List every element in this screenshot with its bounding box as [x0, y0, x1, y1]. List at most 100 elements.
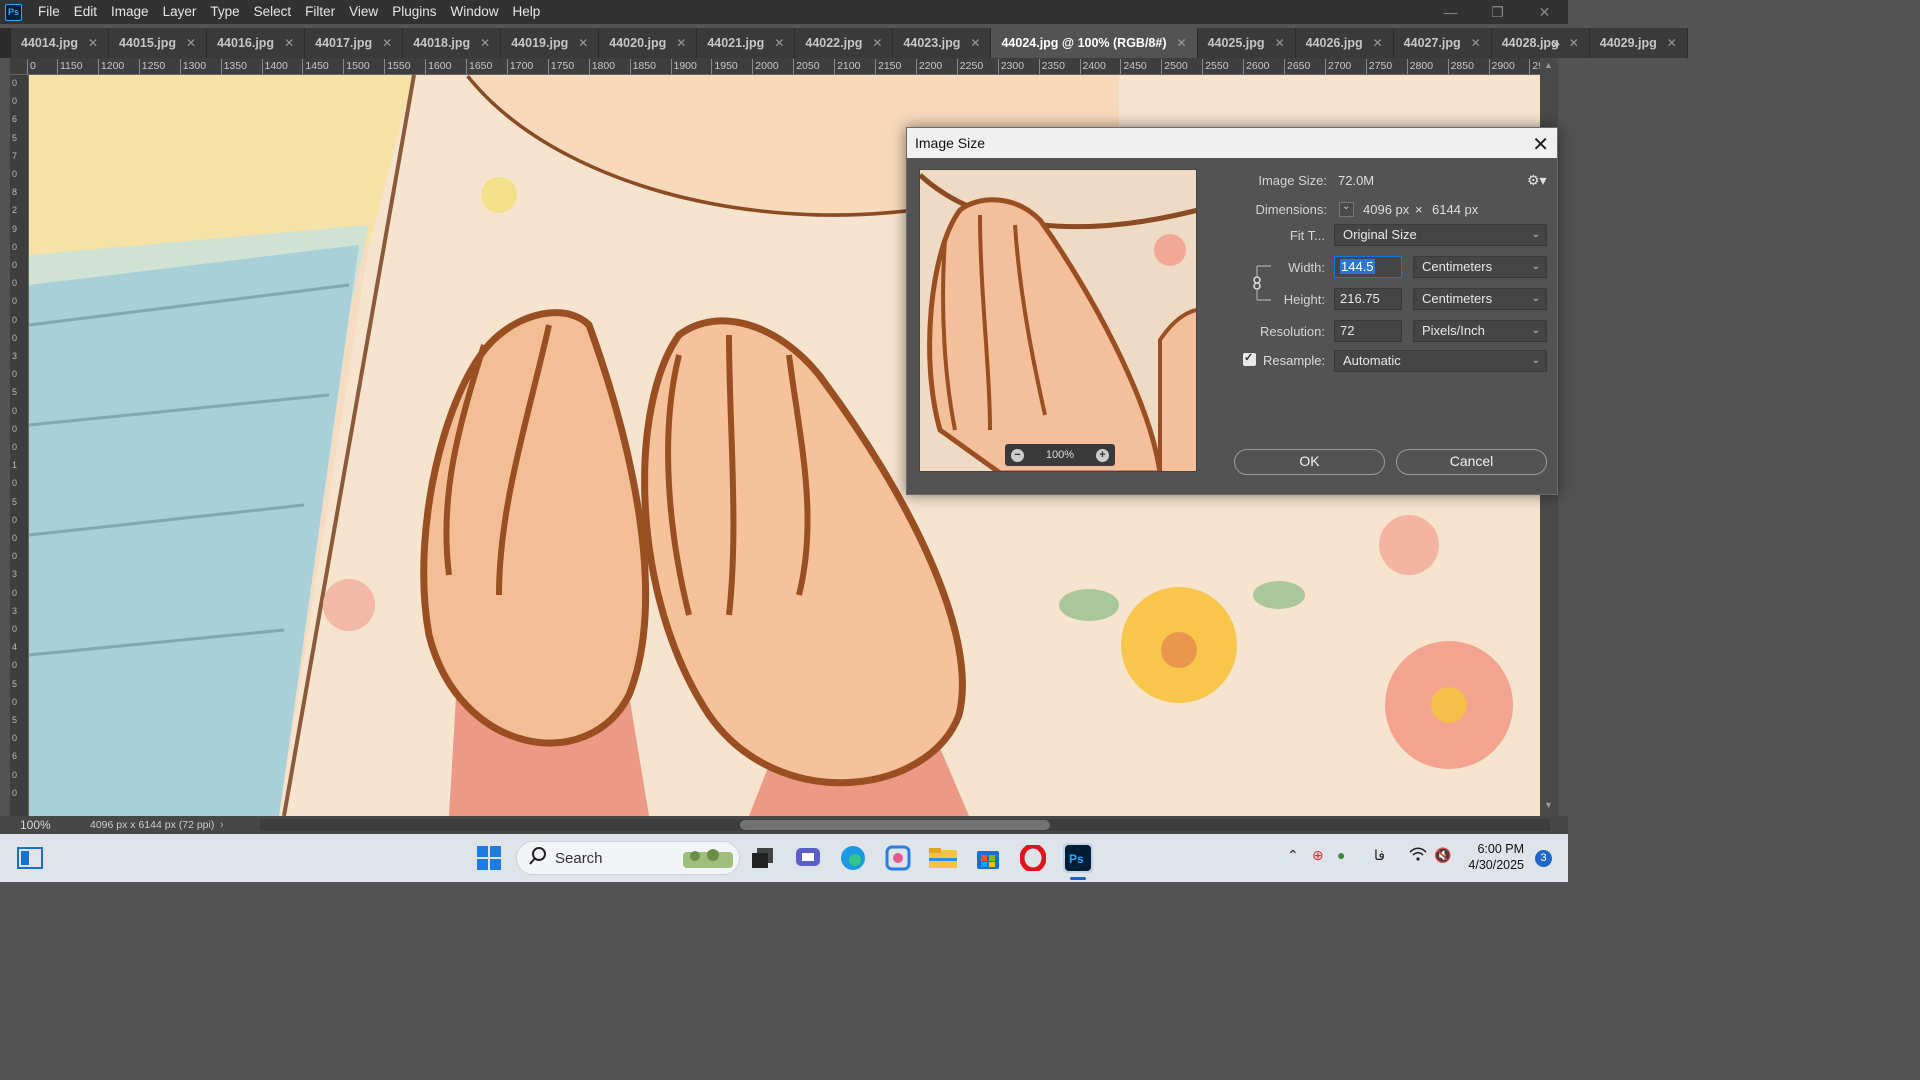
- scroll-up-icon[interactable]: ▲: [1544, 60, 1553, 70]
- document-tab[interactable]: 44027.jpg ✕: [1393, 28, 1492, 58]
- tab-close-icon[interactable]: ✕: [1177, 36, 1187, 50]
- copilot-icon[interactable]: [883, 843, 913, 873]
- tab-close-icon[interactable]: ✕: [1373, 36, 1383, 50]
- cancel-button[interactable]: Cancel: [1396, 449, 1547, 475]
- tab-close-icon[interactable]: ✕: [480, 36, 490, 50]
- width-unit-select[interactable]: Centimeters ⌄: [1413, 256, 1547, 278]
- document-tab[interactable]: 44022.jpg ✕: [795, 28, 894, 58]
- menu-image[interactable]: Image: [104, 0, 156, 24]
- tray-overflow-chevron-icon[interactable]: ⌃: [1287, 847, 1299, 864]
- horizontal-scroll-thumb[interactable]: [740, 820, 1050, 830]
- ruler-tick: [302, 59, 304, 74]
- volume-muted-icon[interactable]: 🔇: [1434, 847, 1451, 864]
- restore-icon[interactable]: ❐: [1474, 0, 1521, 24]
- zoom-out-icon[interactable]: −: [1011, 448, 1024, 462]
- tab-label: 44024.jpg @ 100% (RGB/8#): [1001, 36, 1167, 50]
- file-explorer-icon[interactable]: [928, 843, 958, 873]
- taskbar-search-box[interactable]: Search: [516, 841, 740, 875]
- tab-close-icon[interactable]: ✕: [284, 36, 294, 50]
- tab-close-icon[interactable]: ✕: [186, 36, 196, 50]
- tab-overflow-icon[interactable]: »: [1552, 28, 1560, 58]
- document-tab[interactable]: 44024.jpg @ 100% (RGB/8#) ✕: [991, 28, 1198, 58]
- resolution-unit-select[interactable]: Pixels/Inch ⌄: [1413, 320, 1547, 342]
- clock-date: 4/30/2025: [1468, 858, 1524, 872]
- menu-window[interactable]: Window: [443, 0, 505, 24]
- menu-help[interactable]: Help: [505, 0, 547, 24]
- opera-browser-icon[interactable]: [1018, 843, 1048, 873]
- microsoft-store-icon[interactable]: [973, 843, 1003, 873]
- document-tab[interactable]: 44019.jpg ✕: [501, 28, 600, 58]
- document-tab[interactable]: 44021.jpg ✕: [697, 28, 796, 58]
- menu-select[interactable]: Select: [247, 0, 299, 24]
- tab-close-icon[interactable]: ✕: [1471, 36, 1481, 50]
- widgets-icon[interactable]: [15, 843, 45, 873]
- tab-close-icon[interactable]: ✕: [872, 36, 882, 50]
- tab-close-icon[interactable]: ✕: [382, 36, 392, 50]
- document-tab[interactable]: 44023.jpg ✕: [893, 28, 992, 58]
- menu-plugins[interactable]: Plugins: [385, 0, 443, 24]
- tab-close-icon[interactable]: ✕: [1667, 36, 1677, 50]
- fit-to-select[interactable]: Original Size ⌄: [1334, 224, 1547, 246]
- minimize-icon[interactable]: —: [1427, 0, 1474, 24]
- menu-type[interactable]: Type: [203, 0, 246, 24]
- menu-layer[interactable]: Layer: [156, 0, 204, 24]
- tab-close-icon[interactable]: ✕: [676, 36, 686, 50]
- edge-browser-icon[interactable]: [838, 843, 868, 873]
- chevron-down-icon: ⌄: [1531, 229, 1540, 240]
- tab-close-icon[interactable]: ✕: [578, 36, 588, 50]
- dimensions-dropdown-chevron-icon[interactable]: ⌄: [1339, 201, 1354, 217]
- document-tab[interactable]: 44029.jpg ✕: [1589, 28, 1688, 58]
- language-indicator[interactable]: فا: [1374, 847, 1385, 864]
- close-window-icon[interactable]: ✕: [1521, 0, 1568, 24]
- tray-globe-icon[interactable]: ●: [1337, 847, 1345, 863]
- document-tab[interactable]: 44025.jpg ✕: [1197, 28, 1296, 58]
- taskbar-clock[interactable]: 6:00 PM 4/30/2025: [1468, 841, 1524, 873]
- document-tab[interactable]: 44018.jpg ✕: [403, 28, 502, 58]
- menu-edit[interactable]: Edit: [67, 0, 104, 24]
- ok-button[interactable]: OK: [1234, 449, 1385, 475]
- status-menu-chevron-icon[interactable]: ›: [220, 819, 240, 831]
- task-view-icon[interactable]: [748, 843, 778, 873]
- scroll-down-icon[interactable]: ▼: [1544, 800, 1553, 810]
- document-tab[interactable]: 44017.jpg ✕: [305, 28, 404, 58]
- menu-file[interactable]: File: [31, 0, 67, 24]
- dialog-close-icon[interactable]: ✕: [1532, 132, 1549, 157]
- resample-label: Resample:: [1263, 353, 1326, 368]
- document-tab[interactable]: 44026.jpg ✕: [1295, 28, 1394, 58]
- start-windows-icon[interactable]: [474, 843, 504, 873]
- document-tab[interactable]: 44016.jpg ✕: [207, 28, 306, 58]
- ruler-tick: [1120, 59, 1122, 74]
- ruler-label: 1200: [100, 60, 125, 72]
- width-input[interactable]: 144.5: [1334, 256, 1402, 278]
- photoshop-taskbar-icon[interactable]: Ps: [1063, 843, 1093, 873]
- ruler-mark: 5: [12, 496, 18, 507]
- menu-view[interactable]: View: [342, 0, 385, 24]
- menu-filter[interactable]: Filter: [298, 0, 342, 24]
- ruler-tick: [466, 59, 467, 74]
- document-tab[interactable]: 44020.jpg ✕: [599, 28, 698, 58]
- document-tab[interactable]: 44015.jpg ✕: [109, 28, 208, 58]
- image-preview[interactable]: − 100% +: [919, 169, 1197, 472]
- tab-close-icon[interactable]: ✕: [970, 36, 980, 50]
- height-input[interactable]: 216.75: [1334, 288, 1402, 310]
- tab-close-icon[interactable]: ✕: [1275, 36, 1285, 50]
- height-unit-select[interactable]: Centimeters ⌄: [1413, 288, 1547, 310]
- document-tab[interactable]: 44014.jpg ✕: [11, 28, 110, 58]
- tab-close-icon[interactable]: ✕: [1569, 36, 1579, 50]
- tab-close-icon[interactable]: ✕: [774, 36, 784, 50]
- ruler-tick: [384, 59, 386, 74]
- zoom-level[interactable]: 100%: [0, 818, 60, 832]
- gear-icon[interactable]: ⚙▾: [1527, 172, 1547, 189]
- document-tab[interactable]: 44028.jpg ✕: [1491, 28, 1590, 58]
- notification-count-badge[interactable]: 3: [1535, 850, 1552, 867]
- resolution-input[interactable]: 72: [1334, 320, 1402, 342]
- tab-close-icon[interactable]: ✕: [88, 36, 98, 50]
- resample-checkbox[interactable]: ✓: [1243, 352, 1256, 366]
- tray-app-icon[interactable]: ⊕: [1312, 847, 1324, 864]
- resample-select[interactable]: Automatic ⌄: [1334, 350, 1547, 372]
- zoom-in-icon[interactable]: +: [1095, 448, 1109, 462]
- teams-chat-icon[interactable]: [793, 843, 823, 873]
- wifi-icon[interactable]: [1409, 847, 1427, 864]
- dialog-titlebar[interactable]: Image Size ✕: [907, 128, 1557, 158]
- horizontal-scrollbar[interactable]: [260, 819, 1550, 831]
